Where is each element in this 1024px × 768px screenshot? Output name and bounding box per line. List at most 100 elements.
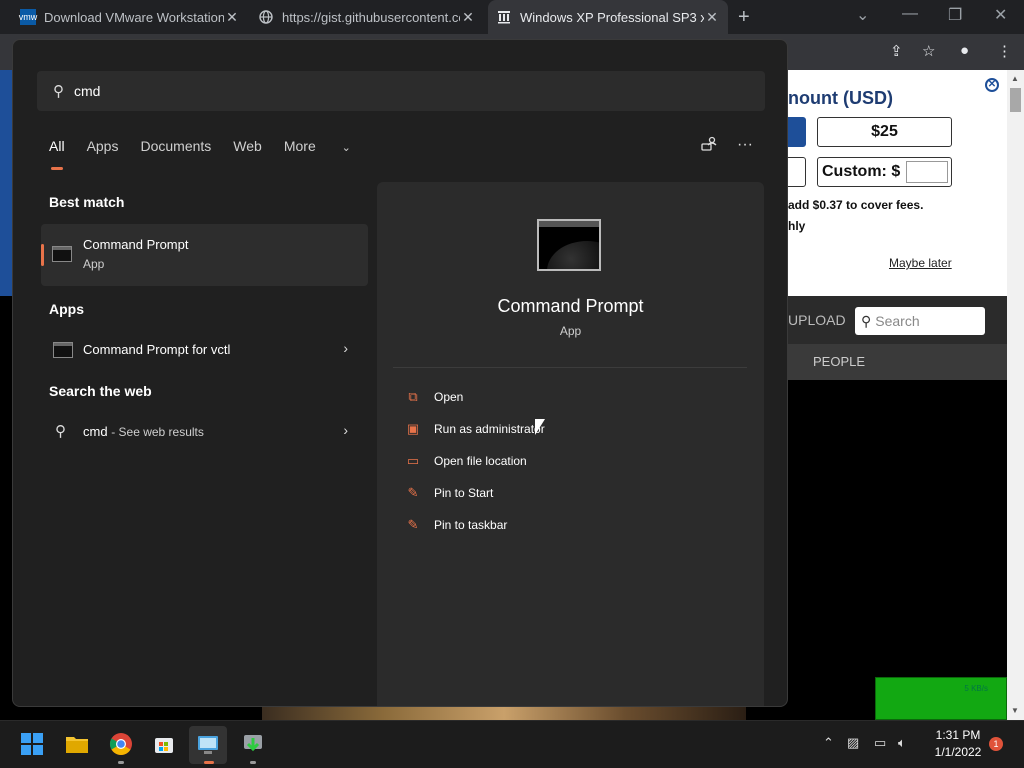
chevron-down-icon: ⌄ — [341, 142, 351, 154]
nav-people[interactable]: PEOPLE — [813, 354, 865, 369]
pin-icon: ✎ — [407, 517, 419, 532]
search-placeholder: Search — [875, 313, 920, 329]
donation-banner: ✕ nount (USD) $25 Custom: $ add $0.37 to… — [788, 70, 1007, 296]
filter-more-label: More — [283, 138, 316, 154]
search-filter-tabs: All Apps Documents Web More ⌄ — [49, 138, 395, 170]
archive-icon — [496, 9, 512, 25]
shield-icon: ▣ — [406, 421, 420, 436]
close-window-icon[interactable]: ✕ — [994, 5, 1007, 25]
minimize-icon[interactable]: — — [902, 5, 918, 23]
search-query: cmd — [74, 83, 101, 99]
action-label: Pin to taskbar — [434, 518, 508, 532]
scroll-thumb[interactable] — [1010, 88, 1021, 112]
taskbar: ⌃ ▨ ▭ 🔈︎ 1:31 PM 1/1/2022 1 — [0, 720, 1024, 768]
scroll-up-icon[interactable]: ▲ — [1011, 74, 1019, 83]
close-tab-icon[interactable]: ✕ — [704, 9, 720, 26]
close-tab-icon[interactable]: ✕ — [460, 9, 476, 26]
pin-icon: ✎ — [407, 485, 419, 500]
new-tab-icon[interactable]: + — [738, 6, 750, 29]
vmware-taskbar-icon[interactable] — [189, 726, 227, 764]
app-result-item[interactable]: Command Prompt for vctl › — [41, 332, 368, 368]
globe-icon — [258, 9, 274, 25]
filter-all[interactable]: All — [49, 138, 65, 170]
action-run-as-admin[interactable]: ▣ Run as administrator — [405, 417, 545, 441]
best-match-item[interactable]: Command Prompt App — [41, 224, 368, 286]
filter-apps[interactable]: Apps — [87, 138, 119, 162]
site-search-input[interactable]: ⚲ Search — [855, 307, 985, 335]
maybe-later-link[interactable]: Maybe later — [889, 256, 952, 270]
nav-upload[interactable]: UPLOAD — [788, 312, 846, 328]
action-pin-to-taskbar[interactable]: ✎ Pin to taskbar — [405, 513, 508, 537]
action-open-file-location[interactable]: ▭ Open file location — [405, 449, 527, 473]
fees-text: add $0.37 to cover fees. — [788, 198, 924, 212]
chrome-icon[interactable] — [108, 731, 134, 757]
donation-heading: nount (USD) — [788, 88, 893, 108]
network-tray-app-icon[interactable]: ▨ — [847, 735, 859, 751]
search-icon: ⚲ — [53, 83, 64, 100]
monthly-text: hly — [788, 219, 806, 233]
taskbar-clock[interactable]: 1:31 PM 1/1/2022 — [930, 727, 986, 761]
close-tab-icon[interactable]: ✕ — [224, 9, 240, 26]
custom-amount-input[interactable] — [906, 161, 949, 183]
show-hidden-icons-chevron-icon[interactable]: ⌃ — [823, 735, 834, 751]
filter-documents[interactable]: Documents — [140, 138, 211, 162]
action-pin-to-start[interactable]: ✎ Pin to Start — [405, 481, 494, 505]
download-app-icon[interactable] — [240, 731, 266, 757]
custom-amount-label: Custom: $ — [822, 163, 901, 180]
chevron-right-icon[interactable]: › — [343, 340, 348, 356]
menu-kebab-icon[interactable]: ⋮ — [997, 42, 1012, 60]
amount-25-button[interactable]: $25 — [817, 117, 952, 147]
site-subnav: PEOPLE — [788, 344, 1007, 380]
amount-option-selected[interactable] — [788, 117, 806, 147]
file-explorer-icon[interactable] — [64, 731, 90, 757]
web-result-item[interactable]: ⚲ cmd - See web results › — [41, 414, 368, 450]
clock-time: 1:31 PM — [935, 728, 981, 742]
windows-logo-icon — [21, 733, 43, 755]
action-label: Run as administrator — [434, 422, 545, 436]
web-query: cmd — [83, 424, 108, 439]
restore-icon[interactable]: ❐ — [948, 5, 962, 25]
tab-gist[interactable]: https://gist.githubusercontent.com ✕ — [250, 0, 484, 34]
page-scrollbar[interactable]: ▲ ▼ — [1007, 70, 1024, 720]
active-indicator — [204, 761, 214, 764]
apps-heading: Apps — [49, 301, 84, 317]
volume-icon[interactable]: 🔈︎ — [898, 735, 906, 751]
scroll-down-icon[interactable]: ▼ — [1011, 706, 1019, 715]
microsoft-store-icon[interactable] — [151, 731, 177, 757]
tab-windows-xp[interactable]: Windows XP Professional SP3 x86 ✕ — [488, 0, 728, 34]
tab-vmware[interactable]: vmw Download VMware Workstation ✕ — [12, 0, 248, 34]
start-search-input[interactable]: ⚲ cmd — [37, 71, 765, 111]
bookmark-star-icon[interactable]: ☆ — [922, 42, 935, 60]
search-web-heading: Search the web — [49, 383, 152, 399]
browser-tab-strip: vmw Download VMware Workstation ✕ https:… — [0, 0, 1024, 34]
filter-more[interactable]: More ⌄ — [284, 138, 373, 162]
folder-icon: ▭ — [406, 453, 420, 468]
close-banner-icon[interactable]: ✕ — [985, 78, 999, 92]
app-result-name: Command Prompt for vctl — [83, 342, 231, 357]
filter-web[interactable]: Web — [233, 138, 262, 162]
open-icon: ⧉ — [408, 389, 418, 404]
custom-amount-field[interactable]: Custom: $ — [817, 157, 952, 187]
network-icon[interactable]: ▭ — [874, 735, 886, 751]
result-preview-pane: Command Prompt App ⧉ Open ▣ Run as admin… — [377, 182, 764, 706]
preview-subtitle: App — [559, 324, 582, 338]
chevron-right-icon[interactable]: › — [343, 422, 348, 438]
start-button[interactable] — [19, 731, 45, 757]
more-options-icon[interactable]: ··· — [737, 136, 753, 154]
tab-search-chevron-icon[interactable]: ⌄ — [856, 5, 869, 25]
share-icon[interactable]: ⇪ — [890, 42, 903, 60]
profile-icon[interactable]: ● — [960, 42, 969, 59]
action-label: Pin to Start — [434, 486, 494, 500]
notification-badge[interactable]: 1 — [989, 737, 1003, 751]
best-match-type: App — [83, 257, 105, 271]
amount-option[interactable] — [788, 157, 806, 187]
preview-title: Command Prompt — [497, 296, 644, 316]
command-prompt-large-icon — [537, 219, 601, 271]
action-open[interactable]: ⧉ Open — [405, 385, 463, 409]
best-match-heading: Best match — [49, 194, 125, 210]
tab-title: Download VMware Workstation — [44, 9, 224, 25]
selection-accent — [41, 244, 44, 266]
tab-title: Windows XP Professional SP3 x86 — [520, 9, 704, 25]
account-switch-icon[interactable] — [701, 136, 717, 157]
clock-date: 1/1/2022 — [934, 745, 982, 759]
